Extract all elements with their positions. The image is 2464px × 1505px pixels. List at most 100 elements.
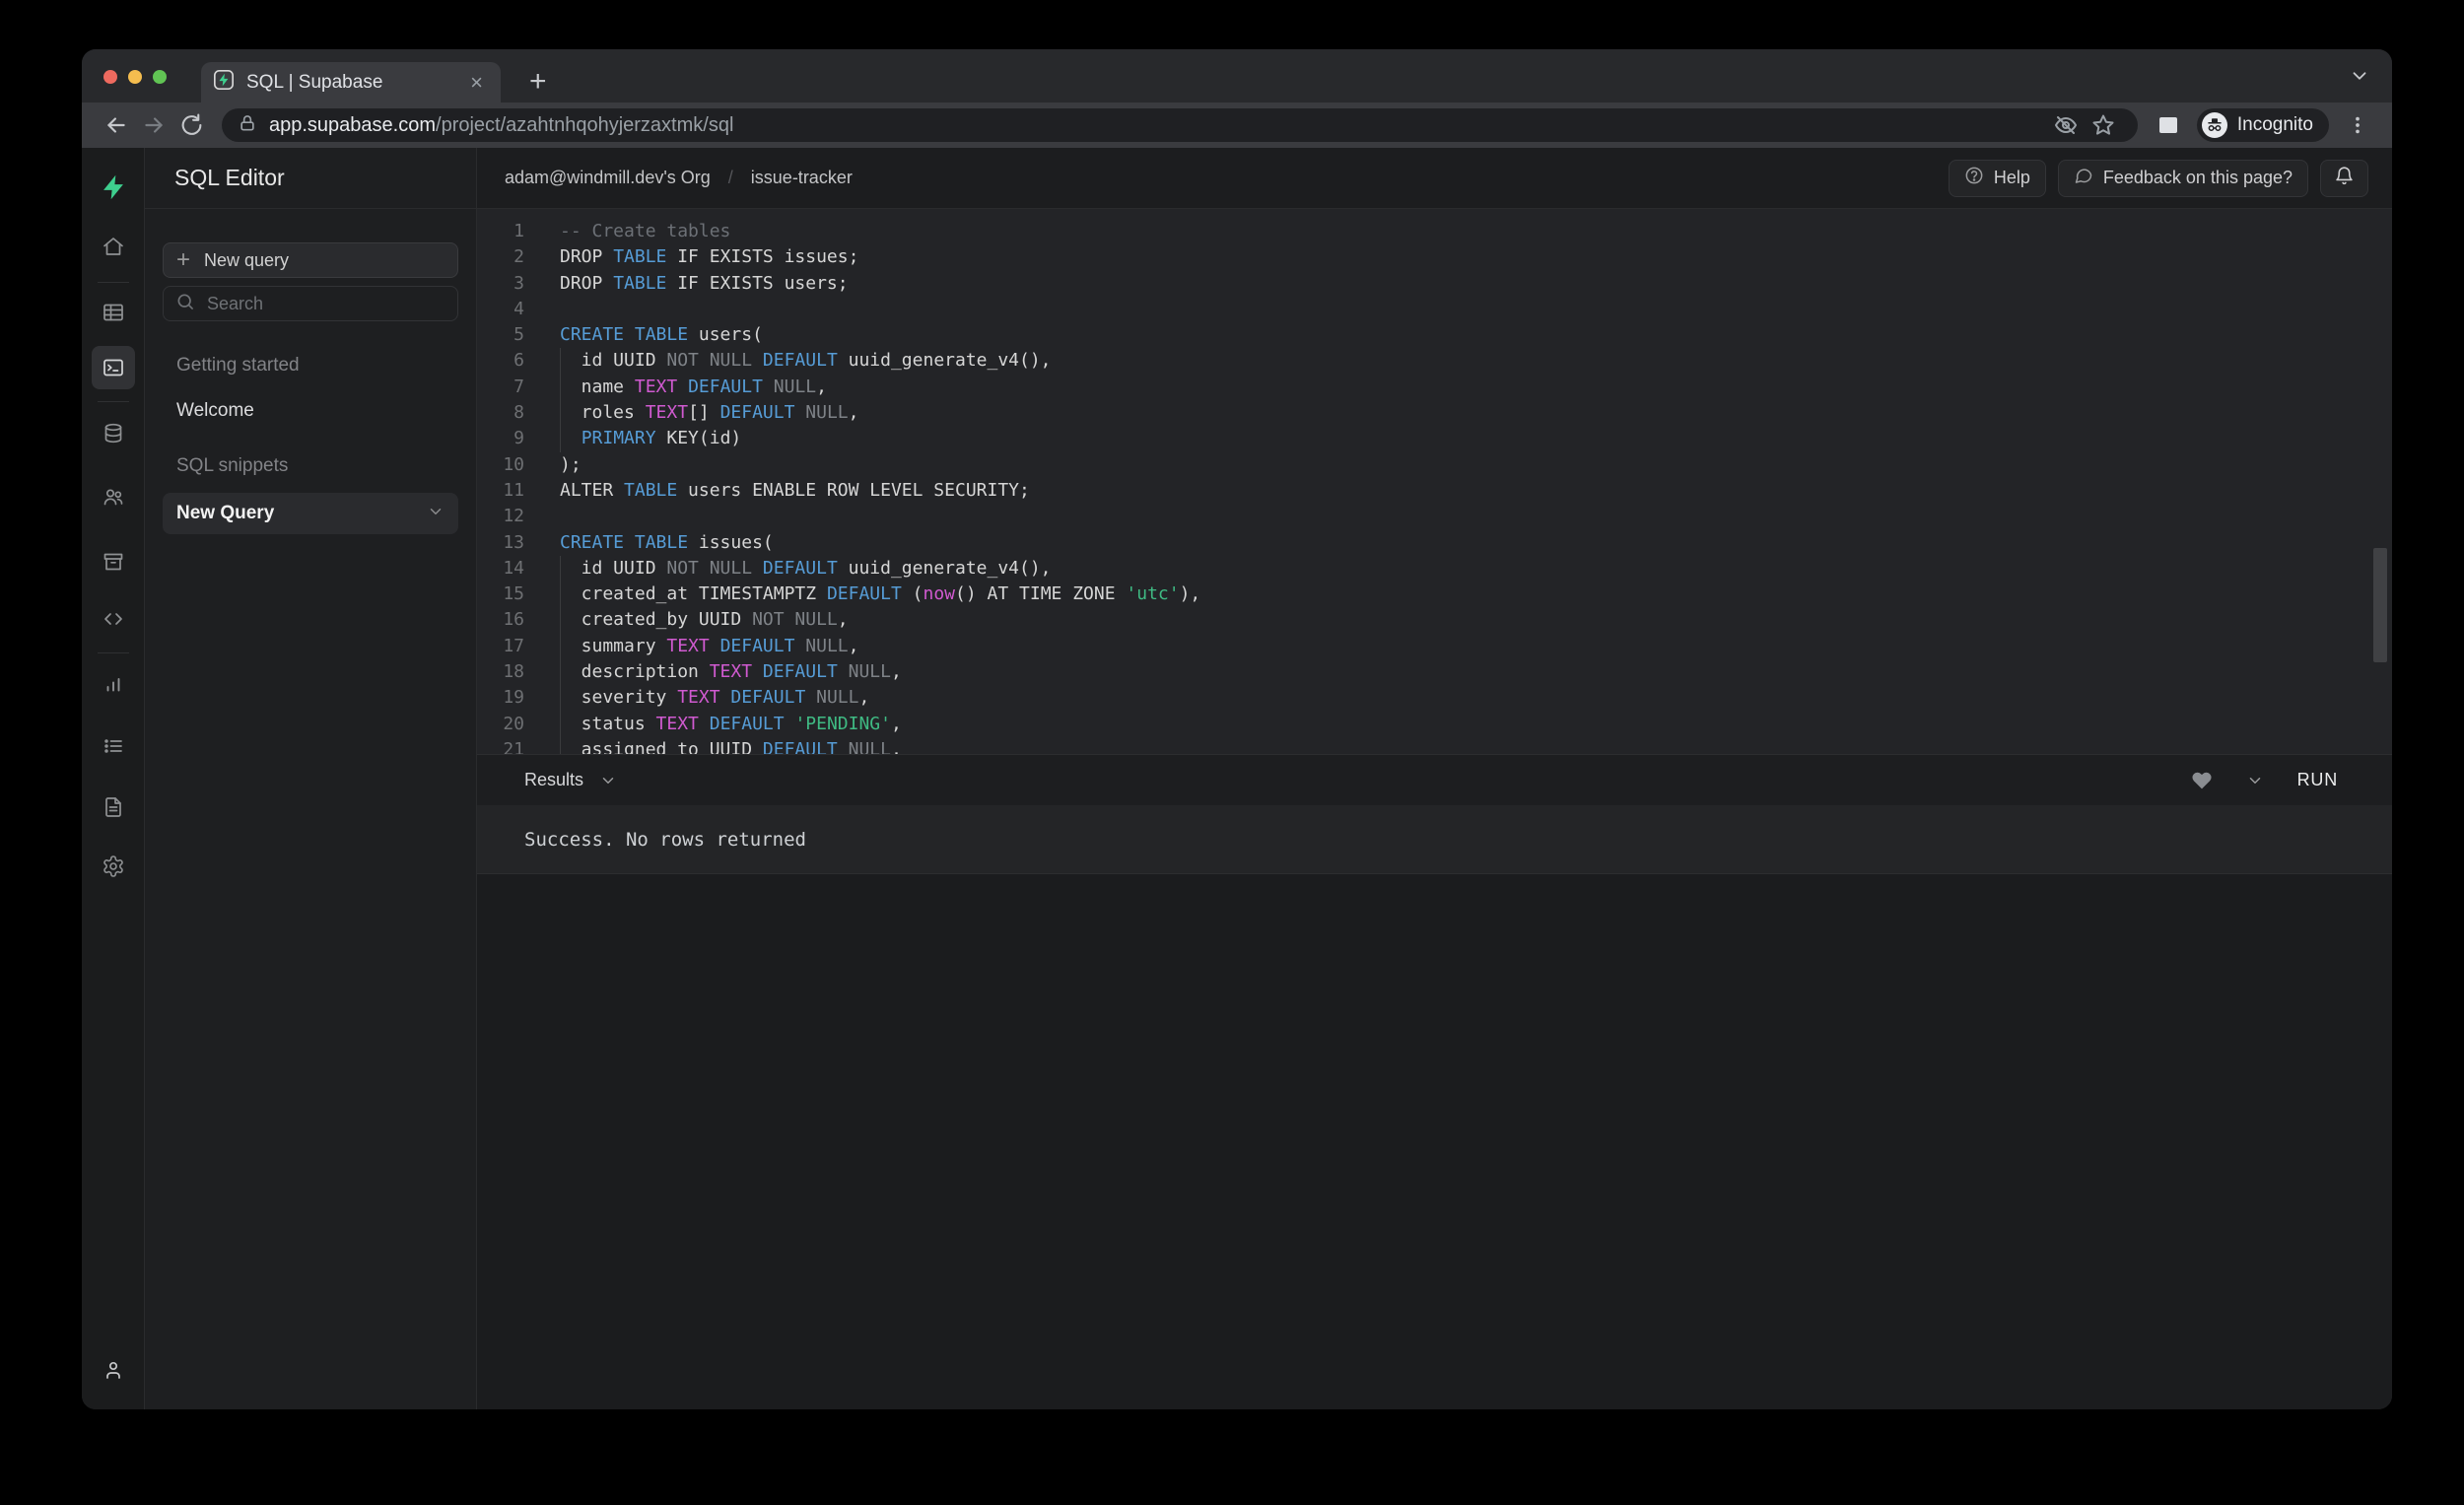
eye-off-icon[interactable] (2047, 106, 2085, 144)
panel-header: SQL Editor (145, 148, 476, 209)
rail-divider (98, 282, 129, 283)
indent-guide (560, 712, 561, 737)
incognito-icon (2202, 112, 2227, 138)
code-line-4[interactable]: 4 (477, 297, 2392, 322)
back-button[interactable] (98, 106, 135, 144)
code-line-15[interactable]: 15 created_at TIMESTAMPTZ DEFAULT (now()… (477, 581, 2392, 607)
sidebar-item-table-editor[interactable] (92, 291, 135, 334)
side-panel-icon[interactable] (2150, 106, 2187, 144)
tab-title: SQL | Supabase (246, 72, 464, 94)
minimize-window-button[interactable] (128, 70, 142, 84)
indent-guide (560, 375, 561, 400)
reload-button[interactable] (172, 106, 210, 144)
search-icon (175, 292, 195, 316)
code-line-20[interactable]: 20 status TEXT DEFAULT 'PENDING', (477, 712, 2392, 737)
line-number: 16 (477, 607, 524, 633)
chevron-down-icon[interactable] (427, 503, 445, 525)
run-button[interactable]: RUN (2297, 770, 2338, 790)
sidebar-item-settings[interactable] (92, 845, 135, 888)
breadcrumb-org[interactable]: adam@windmill.dev's Org (505, 168, 711, 188)
code-line-5[interactable]: 5CREATE TABLE users( (477, 322, 2392, 348)
supabase-logo-icon[interactable] (100, 173, 127, 201)
code-line-21[interactable]: 21 assigned_to UUID DEFAULT NULL, (477, 737, 2392, 754)
indent-guide (560, 737, 561, 754)
line-number: 1 (477, 219, 524, 244)
code-line-3[interactable]: 3DROP TABLE IF EXISTS users; (477, 271, 2392, 297)
code-line-2[interactable]: 2DROP TABLE IF EXISTS issues; (477, 244, 2392, 270)
close-window-button[interactable] (103, 70, 117, 84)
search-box[interactable] (163, 286, 458, 321)
results-dropdown[interactable]: Results (524, 770, 2191, 790)
help-button-label: Help (1994, 168, 2030, 188)
editor-scrollbar[interactable] (2373, 548, 2387, 662)
code-line-content: created_by UUID NOT NULL, (560, 607, 849, 633)
feedback-button[interactable]: Feedback on this page? (2058, 160, 2308, 197)
line-number: 14 (477, 556, 524, 581)
code-line-19[interactable]: 19 severity TEXT DEFAULT NULL, (477, 685, 2392, 711)
forward-button[interactable] (135, 106, 172, 144)
sidebar-item-authentication[interactable] (92, 475, 135, 518)
code-line-7[interactable]: 7 name TEXT DEFAULT NULL, (477, 375, 2392, 400)
sidebar-item-reports[interactable] (92, 663, 135, 707)
snippet-item-new-query[interactable]: New Query (163, 493, 458, 534)
code-line-9[interactable]: 9 PRIMARY KEY(id) (477, 426, 2392, 451)
browser-tab[interactable]: SQL | Supabase × (201, 62, 501, 103)
search-input[interactable] (207, 294, 445, 314)
browser-menu-icon[interactable] (2339, 106, 2376, 144)
line-number: 13 (477, 530, 524, 556)
sidebar-item-edge-functions[interactable] (92, 597, 135, 641)
sidebar-item-database[interactable] (92, 412, 135, 455)
queries-panel: SQL Editor + New query Getting started W… (145, 148, 477, 1409)
results-bar: Results RUN (477, 754, 2392, 805)
new-tab-button[interactable]: + (521, 67, 555, 97)
notifications-button[interactable] (2320, 160, 2368, 197)
line-number: 9 (477, 426, 524, 451)
zoom-window-button[interactable] (153, 70, 167, 84)
sidebar-item-sql-editor[interactable] (92, 346, 135, 389)
code-line-1[interactable]: 1-- Create tables (477, 219, 2392, 244)
code-line-13[interactable]: 13CREATE TABLE issues( (477, 530, 2392, 556)
tab-close-icon[interactable]: × (464, 70, 489, 96)
favorite-heart-icon[interactable] (2191, 770, 2213, 791)
chat-bubble-icon (2074, 166, 2093, 190)
line-number: 7 (477, 375, 524, 400)
indent-guide (560, 426, 561, 451)
code-line-12[interactable]: 12 (477, 504, 2392, 529)
rail-divider (98, 652, 129, 653)
bookmark-star-icon[interactable] (2085, 106, 2122, 144)
line-number: 3 (477, 271, 524, 297)
code-line-10[interactable]: 10); (477, 452, 2392, 478)
url-text: app.supabase.com/project/azahtnhqohyjerz… (269, 114, 733, 137)
sql-code-editor[interactable]: 1-- Create tables2DROP TABLE IF EXISTS i… (477, 209, 2392, 754)
sidebar-item-storage[interactable] (92, 540, 135, 583)
lock-icon (238, 113, 257, 138)
tab-search-chevron-icon[interactable] (2349, 65, 2370, 92)
snippet-name: New Query (176, 503, 427, 524)
code-line-8[interactable]: 8 roles TEXT[] DEFAULT NULL, (477, 400, 2392, 426)
code-line-content: id UUID NOT NULL DEFAULT uuid_generate_v… (560, 556, 1052, 581)
breadcrumb: adam@windmill.dev's Org / issue-tracker (505, 168, 1937, 188)
sidebar-item-logs[interactable] (92, 724, 135, 768)
url-path: /project/azahtnhqohyjerzaxtmk/sql (436, 114, 733, 136)
account-icon[interactable] (92, 1348, 135, 1392)
url-bar[interactable]: app.supabase.com/project/azahtnhqohyjerz… (222, 108, 2138, 142)
code-line-17[interactable]: 17 summary TEXT DEFAULT NULL, (477, 634, 2392, 659)
code-line-11[interactable]: 11ALTER TABLE users ENABLE ROW LEVEL SEC… (477, 478, 2392, 504)
breadcrumb-project[interactable]: issue-tracker (751, 168, 853, 188)
new-query-button[interactable]: + New query (163, 242, 458, 278)
indent-guide (560, 556, 561, 581)
code-line-content: id UUID NOT NULL DEFAULT uuid_generate_v… (560, 348, 1052, 374)
code-line-14[interactable]: 14 id UUID NOT NULL DEFAULT uuid_generat… (477, 556, 2392, 581)
run-options-chevron-icon[interactable] (2246, 772, 2264, 789)
new-query-button-label: New query (204, 250, 289, 271)
incognito-label: Incognito (2237, 114, 2313, 136)
code-line-16[interactable]: 16 created_by UUID NOT NULL, (477, 607, 2392, 633)
code-line-18[interactable]: 18 description TEXT DEFAULT NULL, (477, 659, 2392, 685)
sidebar-item-home[interactable] (92, 225, 135, 268)
sidebar-item-welcome[interactable]: Welcome (176, 400, 458, 422)
sidebar-item-api-docs[interactable] (92, 786, 135, 829)
line-number: 15 (477, 581, 524, 607)
help-button[interactable]: Help (1949, 160, 2046, 197)
line-number: 12 (477, 504, 524, 529)
code-line-6[interactable]: 6 id UUID NOT NULL DEFAULT uuid_generate… (477, 348, 2392, 374)
